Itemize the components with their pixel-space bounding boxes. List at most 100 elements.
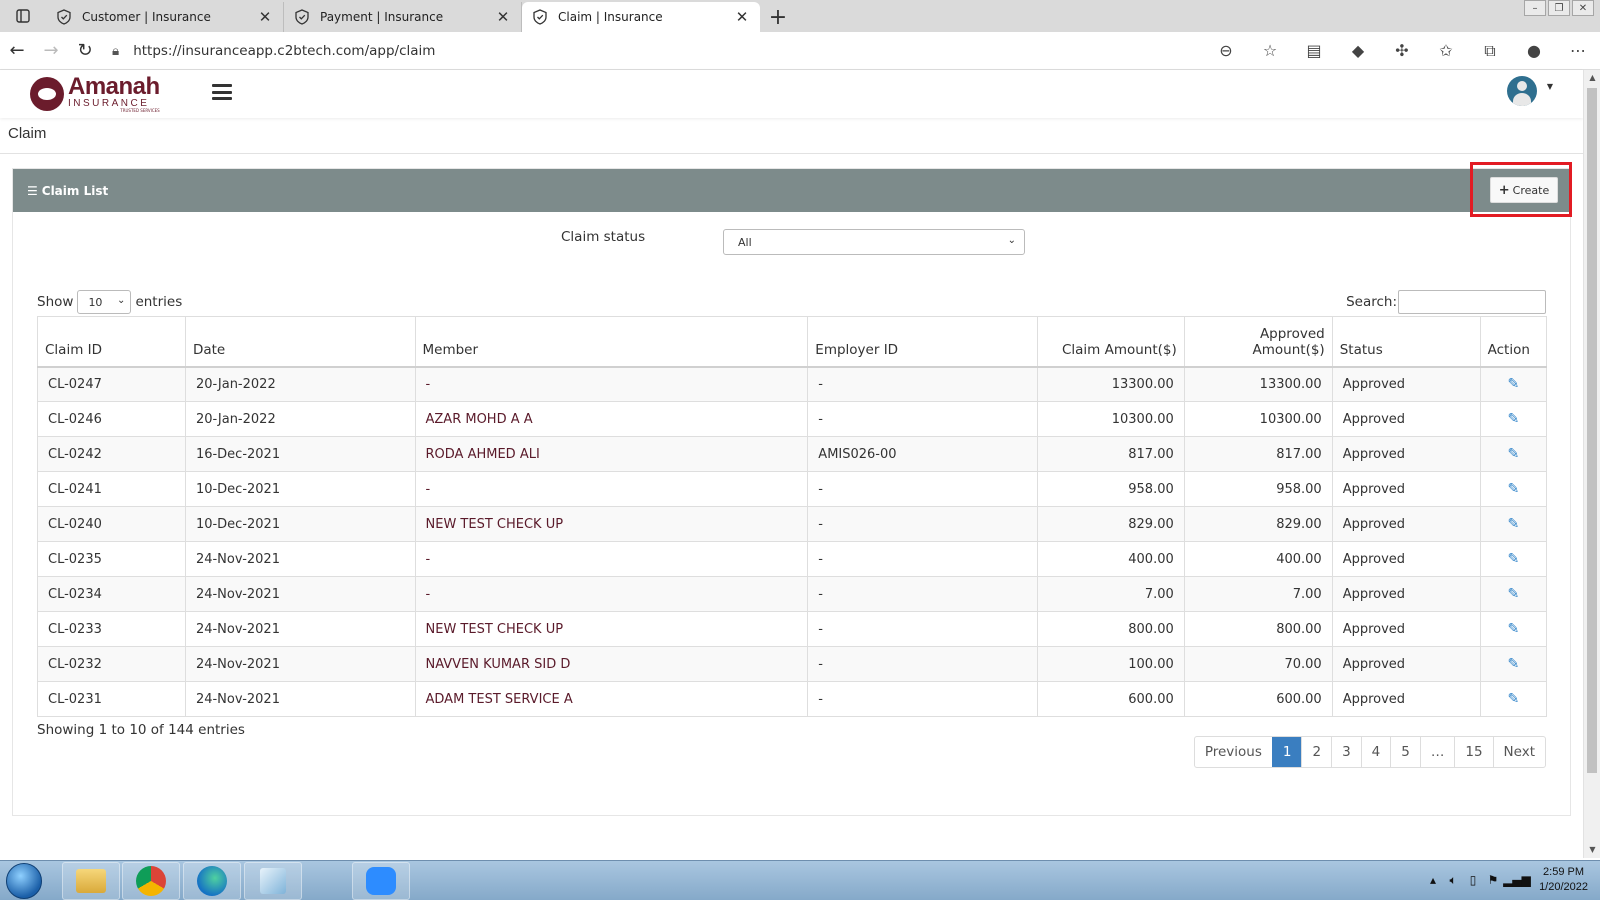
claims-table: Claim ID Date Member Employer ID Claim A… [37, 316, 1548, 717]
approved-amount: 70.00 [1183, 646, 1333, 682]
claim-status-select[interactable]: All ⌄ [723, 229, 1025, 255]
volume-icon[interactable]: 🔈︎ [1443, 873, 1463, 888]
column-header[interactable]: Claim Amount($) [1036, 316, 1185, 368]
claim-member: NEW TEST CHECK UP [414, 506, 809, 542]
action-cell: ✎ [1479, 436, 1548, 472]
new-tab-button[interactable]: + [760, 2, 796, 32]
action-cell: ✎ [1479, 366, 1548, 402]
system-clock[interactable]: 2:59 PM 1/20/2022 [1539, 865, 1588, 895]
action-cell: ✎ [1479, 541, 1548, 577]
page-button-5[interactable]: 5 [1390, 737, 1420, 767]
claim-date: 24-Nov-2021 [184, 646, 416, 682]
edge-taskbar-icon[interactable] [183, 862, 241, 900]
search-input[interactable] [1398, 290, 1546, 314]
puzzle-icon[interactable]: ✣ [1380, 41, 1424, 60]
network-icon[interactable]: ▂▄▆ [1503, 873, 1531, 887]
column-header[interactable]: Date [184, 316, 416, 368]
page-button-4[interactable]: 4 [1360, 737, 1391, 767]
favorites-icon[interactable]: ✩ [1424, 41, 1468, 60]
zoom-icon[interactable]: ⊖ [1204, 41, 1248, 60]
divider [0, 153, 1583, 154]
file-explorer-taskbar-icon[interactable] [62, 862, 120, 900]
tab-actions-icon[interactable] [0, 0, 46, 32]
chrome-taskbar-icon[interactable] [122, 862, 180, 900]
approved-header-line2: Amount($) [1252, 341, 1325, 358]
edit-icon[interactable]: ✎ [1507, 586, 1519, 602]
browser-tab-claim[interactable]: Claim | Insurance ✕ [522, 2, 760, 32]
action-center-icon[interactable]: ⚑ [1483, 873, 1503, 887]
page-length-control: Show 10 ⌄ entries [37, 290, 182, 314]
page-button-1[interactable]: 1 [1271, 737, 1302, 767]
close-icon[interactable]: ✕ [257, 8, 273, 26]
edit-icon[interactable]: ✎ [1507, 516, 1519, 532]
table-row: CL-0241 10-Dec-2021 - - 958.00 958.00 Ap… [37, 471, 1548, 507]
close-icon[interactable]: ✕ [734, 8, 750, 26]
column-header[interactable]: Employer ID [807, 316, 1038, 368]
edit-icon[interactable]: ✎ [1507, 551, 1519, 567]
claim-date: 20-Jan-2022 [184, 366, 416, 402]
tray-expand-icon[interactable]: ▴ [1423, 873, 1443, 887]
logo-name: Amanah [68, 73, 160, 100]
scroll-thumb[interactable] [1587, 88, 1597, 773]
close-icon[interactable]: ✕ [495, 8, 511, 26]
claim-amount: 10300.00 [1036, 401, 1185, 437]
restore-button[interactable]: ❐ [1548, 0, 1570, 16]
battery-icon[interactable]: ▯ [1463, 873, 1483, 887]
collections-icon[interactable]: ⧉ [1468, 41, 1512, 61]
minimize-button[interactable]: – [1524, 0, 1546, 16]
profile-icon[interactable]: ● [1512, 41, 1556, 60]
window-controls: – ❐ ✕ [1522, 0, 1594, 16]
claim-amount: 800.00 [1036, 611, 1185, 647]
page-ellipsis: … [1419, 737, 1455, 767]
edit-icon[interactable]: ✎ [1507, 656, 1519, 672]
add-favorite-icon[interactable]: ☆ [1248, 41, 1292, 60]
page-button-2[interactable]: 2 [1301, 737, 1331, 767]
edit-icon[interactable]: ✎ [1507, 411, 1519, 427]
browser-tab-payment[interactable]: Payment | Insurance ✕ [284, 2, 522, 32]
tab-title: Payment | Insurance [320, 10, 444, 24]
approved-amount: 829.00 [1183, 506, 1333, 542]
browser-tab-customer[interactable]: Customer | Insurance ✕ [46, 2, 284, 32]
back-button[interactable]: ← [0, 32, 34, 70]
claim-amount: 100.00 [1036, 646, 1185, 682]
edit-icon[interactable]: ✎ [1507, 376, 1519, 392]
edit-icon[interactable]: ✎ [1507, 446, 1519, 462]
window-close-button[interactable]: ✕ [1572, 0, 1594, 16]
extension-icon[interactable]: ◆ [1336, 41, 1380, 60]
page-button-3[interactable]: 3 [1331, 737, 1361, 767]
scroll-down-icon[interactable]: ▼ [1584, 842, 1600, 858]
create-button[interactable]: + Create [1490, 177, 1558, 203]
column-header[interactable]: Member [414, 316, 809, 368]
more-icon[interactable]: ⋯ [1556, 41, 1600, 60]
amanah-logo[interactable]: Amanah INSURANCE TRUSTED SERVICES [30, 73, 200, 115]
clipboard-icon[interactable]: ▤ [1292, 41, 1336, 60]
column-header[interactable]: Claim ID [37, 316, 186, 368]
edit-icon[interactable]: ✎ [1507, 481, 1519, 497]
avatar[interactable] [1507, 76, 1537, 106]
claim-list-card: ☰ Claim List + Create Claim status All ⌄… [12, 162, 1572, 816]
previous-page-button[interactable]: Previous [1195, 737, 1272, 767]
menu-toggle-icon[interactable] [212, 84, 232, 100]
scroll-up-icon[interactable]: ▲ [1584, 70, 1600, 86]
edit-icon[interactable]: ✎ [1507, 691, 1519, 707]
claim-id: CL-0232 [37, 646, 186, 682]
column-header[interactable]: Status [1331, 316, 1481, 368]
page-length-select[interactable]: 10 ⌄ [77, 290, 132, 314]
chevron-down-icon[interactable]: ▼ [1547, 82, 1553, 91]
claim-employer: - [807, 646, 1038, 682]
next-page-button[interactable]: Next [1492, 737, 1545, 767]
claim-employer: - [807, 611, 1038, 647]
forward-button[interactable]: → [34, 32, 68, 70]
notepad-taskbar-icon[interactable] [244, 862, 302, 900]
start-button[interactable] [6, 863, 42, 899]
approved-amount: 7.00 [1183, 576, 1333, 612]
zoom-taskbar-icon[interactable] [352, 862, 410, 900]
approved-amount: 600.00 [1183, 681, 1333, 717]
page-scrollbar[interactable]: ▲ ▼ [1583, 70, 1600, 858]
refresh-button[interactable]: ↻ [68, 32, 102, 70]
approved-amount: 800.00 [1183, 611, 1333, 647]
page-button-15[interactable]: 15 [1454, 737, 1492, 767]
edit-icon[interactable]: ✎ [1507, 621, 1519, 637]
address-bar[interactable]: 🔒︎ https://insuranceapp.c2btech.com/app/… [102, 36, 1192, 66]
column-header-approved[interactable]: Approved Amount($) [1183, 316, 1333, 368]
